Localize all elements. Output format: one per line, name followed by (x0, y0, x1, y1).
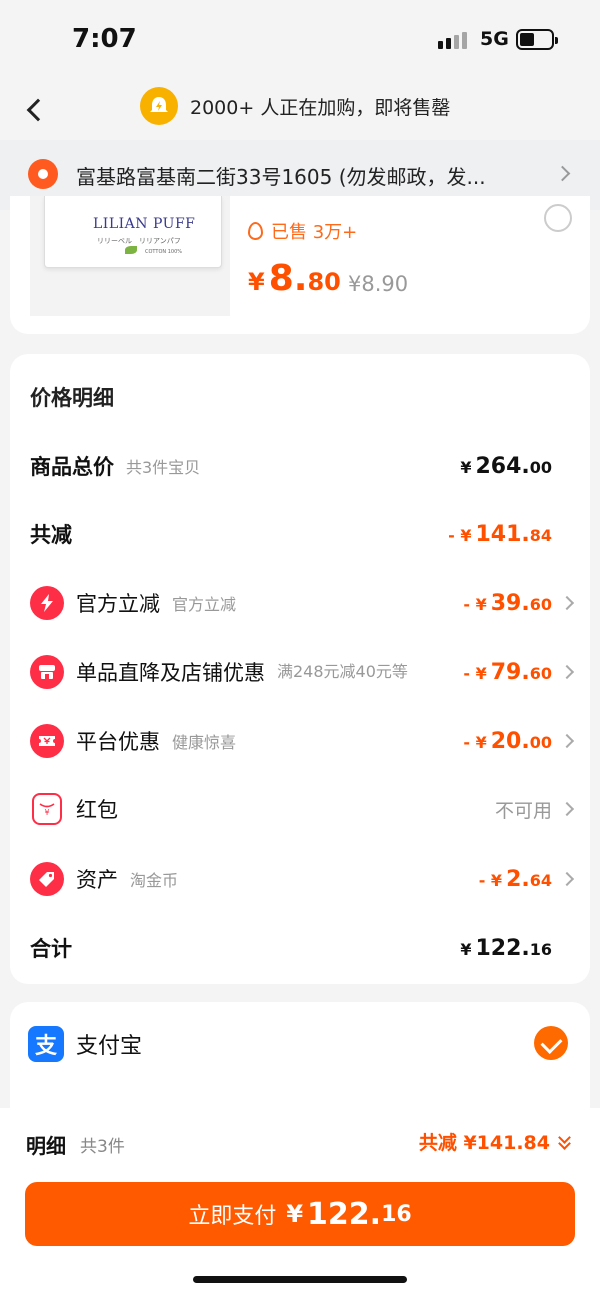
row-value: ¥264. 00 (460, 453, 552, 479)
select-radio[interactable] (544, 204, 572, 232)
signal-icon (438, 32, 467, 49)
chevron-left-icon (26, 98, 50, 122)
row-value: 不可用 (494, 799, 552, 822)
product-image[interactable]: LILIAN PUFF リリーベル リリアンパフ COTTON 100% (30, 196, 230, 316)
fire-icon (248, 222, 263, 240)
sold-count: 已售 3万+ (248, 218, 357, 244)
battery-icon (516, 29, 558, 50)
row-note: 淘金币 (130, 871, 179, 890)
row-platform-discount[interactable]: 平台优惠 健康惊喜 - ¥20. 00 (30, 722, 576, 760)
row-value: - ¥20. 00 (463, 728, 552, 754)
checkmark-icon[interactable] (534, 1026, 568, 1060)
row-red-packet[interactable]: ¥ 红包 不可用 (30, 790, 576, 828)
pay-now-button[interactable]: 立即支付 ¥ 122. 16 (25, 1182, 575, 1246)
svg-text:¥: ¥ (44, 808, 49, 817)
status-time: 7:07 (72, 24, 137, 54)
chevron-right-icon (559, 595, 575, 611)
row-note: 健康惊喜 (172, 733, 237, 752)
row-total-discount: 共减 - ¥141. 84 (30, 516, 576, 552)
pay-button-label: 立即支付 (188, 1204, 277, 1229)
product-brand: LILIAN PUFF (93, 216, 196, 232)
pay-button-symbol: ¥ (286, 1200, 304, 1228)
row-grand-total: 合计 ¥122. 16 (30, 930, 576, 966)
product-package: LILIAN PUFF リリーベル リリアンパフ COTTON 100% (44, 196, 222, 268)
row-label: 平台优惠 (76, 730, 160, 754)
row-total-price: 商品总价 共3件宝贝 ¥264. 00 (30, 448, 576, 484)
row-value: - ¥79. 60 (463, 659, 552, 685)
chevron-right-icon (559, 801, 575, 817)
chevron-right-icon (554, 165, 571, 182)
row-note: 共3件宝贝 (126, 458, 201, 477)
pay-button-int: 122. (307, 1196, 382, 1232)
ticket-icon (30, 724, 64, 758)
price-symbol: ¥ (248, 268, 265, 296)
summary-discount-text: 共减 ¥141.84 (418, 1132, 550, 1154)
price-detail-card: 价格明细 商品总价 共3件宝贝 ¥264. 00 共减 - ¥141. 84 官方立… (10, 354, 590, 984)
lightning-icon (30, 586, 64, 620)
price-integer: 8. (268, 258, 308, 299)
row-note: 满248元减40元等 (277, 662, 408, 681)
row-shop-discount[interactable]: 单品直降及店铺优惠 满248元减40元等 - ¥79. 60 (30, 650, 576, 694)
row-value: - ¥39. 60 (463, 590, 552, 616)
home-indicator[interactable] (193, 1276, 407, 1283)
original-price: ¥8.90 (348, 272, 409, 296)
pay-button-dec: 16 (381, 1201, 412, 1227)
chevron-right-icon (559, 664, 575, 680)
nav-bar: 2000+ 人正在加购，即将售罄 (0, 82, 600, 138)
row-label: 单品直降及店铺优惠 (76, 661, 265, 685)
row-label: 共减 (30, 523, 72, 547)
nav-title: 2000+ 人正在加购，即将售罄 (190, 96, 451, 119)
status-bar: 7:07 5G (0, 0, 600, 82)
red-packet-icon: ¥ (32, 793, 62, 825)
address-text: 富基路富基南二街33号1605 (勿发邮政，发... (76, 165, 486, 189)
bottom-bar: 明细 共3件 共减 ¥141.84 立即支付 ¥ 122. 16 (0, 1108, 600, 1298)
row-value: - ¥2. 64 (478, 866, 552, 892)
coin-tag-icon (30, 862, 64, 896)
chevron-right-icon (559, 733, 575, 749)
row-value: - ¥141. 84 (448, 521, 552, 547)
section-title: 价格明细 (30, 386, 114, 410)
row-label: 合计 (30, 937, 72, 961)
double-chevron-down-icon (556, 1130, 574, 1151)
nav-banner: 2000+ 人正在加购，即将售罄 (140, 87, 450, 125)
summary-discount[interactable]: 共减 ¥141.84 (419, 1128, 574, 1155)
row-note: 官方立减 (172, 595, 237, 614)
row-label: 商品总价 (30, 455, 114, 479)
product-price: ¥ 8. 80 (248, 258, 341, 299)
product-brand-sub: リリーベル リリアンパフ (97, 237, 181, 245)
row-value: ¥122. 16 (460, 935, 552, 961)
summary-label[interactable]: 明细 (26, 1130, 66, 1159)
alipay-icon: 支 (28, 1026, 64, 1062)
row-assets[interactable]: 资产 淘金币 - ¥2. 64 (30, 860, 576, 898)
row-label: 官方立减 (76, 592, 160, 616)
row-label: 资产 (76, 868, 118, 892)
network-label: 5G (480, 28, 509, 50)
chevron-right-icon (559, 871, 575, 887)
leaf-icon (125, 246, 137, 254)
price-decimal: 80 (307, 268, 341, 296)
product-card: LILIAN PUFF リリーベル リリアンパフ COTTON 100% 已售 … (10, 196, 590, 334)
row-official-discount[interactable]: 官方立减 官方立减 - ¥39. 60 (30, 584, 576, 622)
back-button[interactable] (20, 92, 50, 128)
row-label: 红包 (76, 798, 118, 822)
summary-count: 共3件 (80, 1137, 125, 1157)
sold-text: 已售 3万+ (271, 222, 358, 243)
payment-method-name: 支付宝 (76, 1034, 143, 1059)
bell-bolt-icon (140, 87, 178, 125)
product-cotton: COTTON 100% (145, 249, 183, 255)
location-pin-icon (28, 159, 58, 189)
shop-icon (30, 655, 64, 689)
